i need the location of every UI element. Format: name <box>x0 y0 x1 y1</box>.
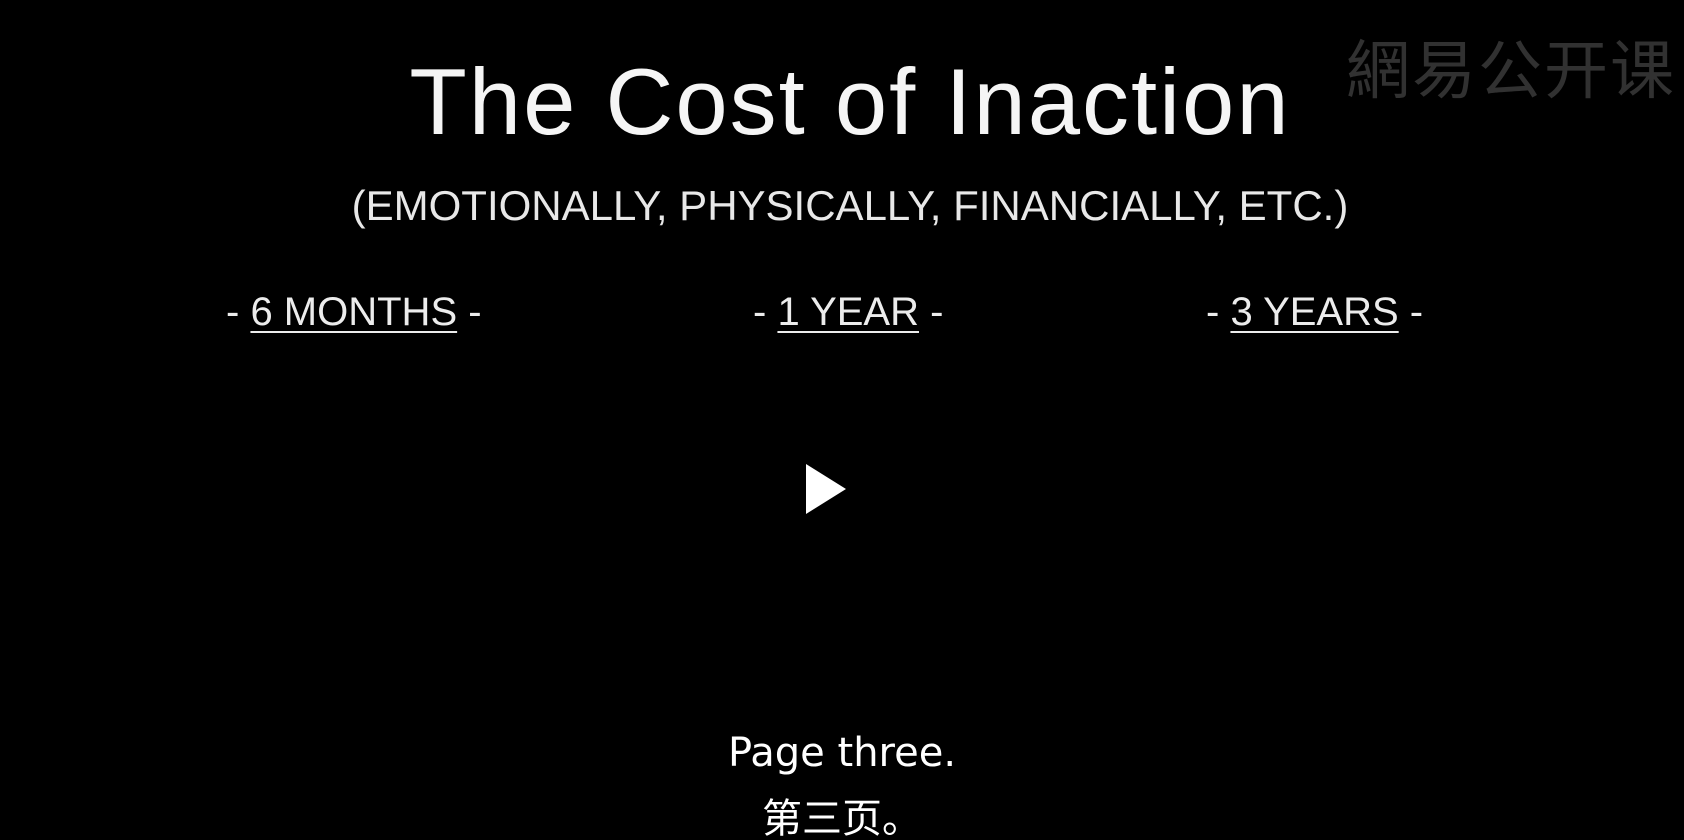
video-frame[interactable]: 網易公开课 The Cost of Inaction (EMOTIONALLY,… <box>0 0 1684 840</box>
period-1-year: - 1 YEAR - <box>753 290 943 335</box>
period-label: 6 MONTHS <box>250 290 458 334</box>
period-prefix: - <box>226 290 251 334</box>
period-6-months: - 6 MONTHS - <box>226 290 482 335</box>
period-suffix: - <box>457 290 482 334</box>
period-label: 1 YEAR <box>777 290 919 334</box>
play-icon[interactable] <box>806 464 846 514</box>
period-label: 3 YEARS <box>1230 290 1399 334</box>
period-suffix: - <box>1398 290 1424 334</box>
period-prefix: - <box>1206 290 1231 334</box>
period-prefix: - <box>753 290 778 334</box>
slide-title: The Cost of Inaction <box>409 49 1291 154</box>
period-3-years: - 3 YEARS - <box>1206 290 1423 335</box>
subtitle-caption-chinese: 第三页。 <box>762 796 922 840</box>
period-suffix: - <box>919 290 944 334</box>
slide-subtitle: (EMOTIONALLY, PHYSICALLY, FINANCIALLY, E… <box>351 182 1349 229</box>
subtitle-caption-english: Page three. <box>727 730 957 776</box>
